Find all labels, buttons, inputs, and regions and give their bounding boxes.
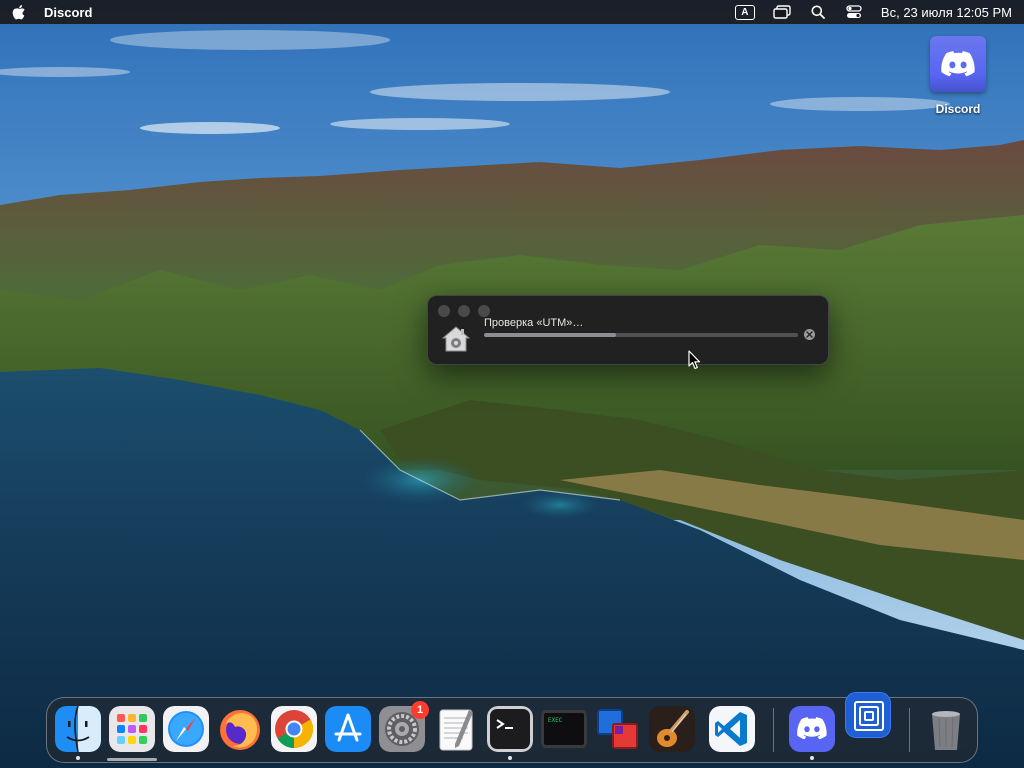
running-indicator [810, 756, 814, 760]
cancel-verification-button[interactable] [804, 329, 815, 340]
dock-separator [909, 708, 910, 752]
chrome-icon [271, 706, 317, 752]
dock-item-utm[interactable] [845, 692, 891, 738]
discord-icon [789, 706, 835, 752]
garageband-icon [649, 706, 695, 752]
document-house-icon [441, 326, 471, 352]
launchpad-icon [109, 706, 155, 752]
progress-bar-fill [484, 333, 616, 337]
close-window-button[interactable] [438, 305, 450, 317]
dock-item-garageband[interactable] [649, 706, 695, 752]
dock-item-system-preferences[interactable]: 1 [379, 701, 429, 752]
menubar-clock[interactable]: Вс, 23 июля 12:05 PM [881, 5, 1012, 20]
mouse-cursor-icon [688, 350, 701, 370]
dock-item-chrome[interactable] [271, 706, 317, 752]
notification-badge: 1 [411, 701, 429, 719]
remote-desktop-icon [595, 706, 641, 752]
dock-item-textedit[interactable] [433, 706, 479, 752]
running-indicator [508, 756, 512, 760]
dock: 1 EXEC [46, 692, 978, 763]
dock-item-app-store[interactable] [325, 706, 371, 752]
exec-console-icon: EXEC [541, 706, 587, 752]
running-indicator [76, 756, 80, 760]
terminal-icon [487, 706, 533, 752]
spotlight-search-icon[interactable] [809, 4, 827, 20]
discord-icon [930, 36, 986, 92]
textedit-icon [433, 706, 479, 752]
dock-item-firefox[interactable] [217, 706, 263, 752]
firefox-icon [217, 706, 263, 752]
stop-icon [806, 331, 813, 338]
menu-bar: Discord A Вс, 23 июля 12:05 PM [0, 0, 1024, 24]
exec-label: EXEC [548, 717, 563, 724]
finder-icon [55, 706, 101, 752]
dock-item-exec[interactable]: EXEC [541, 706, 587, 752]
dock-scroll-indicator [107, 758, 157, 761]
active-app-name[interactable]: Discord [44, 5, 92, 20]
control-center-icon[interactable] [845, 4, 863, 20]
dock-item-launchpad[interactable] [109, 706, 155, 752]
dock-separator [773, 708, 774, 752]
keyboard-layout-icon[interactable]: A [734, 4, 755, 20]
desktop-icon-label: Discord [935, 102, 981, 116]
apple-icon[interactable] [12, 4, 26, 20]
safari-icon [163, 706, 209, 752]
dock-item-trash[interactable] [923, 706, 969, 752]
trash-icon [923, 706, 969, 752]
progress-bar [484, 333, 798, 337]
desktop-wallpaper [0, 0, 1024, 768]
utm-icon [845, 692, 891, 738]
window-controls [438, 305, 490, 317]
dock-item-terminal[interactable] [487, 706, 533, 760]
minimize-window-button[interactable] [458, 305, 470, 317]
dialog-message: Проверка «UTM»… [484, 317, 584, 329]
app-store-icon [325, 706, 371, 752]
zoom-window-button[interactable] [478, 305, 490, 317]
dock-item-finder[interactable] [55, 706, 101, 760]
dock-item-safari[interactable] [163, 706, 209, 752]
vscode-icon [709, 706, 755, 752]
dock-item-remote-desktop[interactable] [595, 706, 641, 752]
dock-item-discord[interactable] [789, 706, 835, 760]
dock-item-vscode[interactable] [709, 706, 755, 752]
desktop-icon-discord[interactable]: Discord [926, 36, 990, 116]
mission-control-icon[interactable] [773, 4, 791, 20]
verify-app-dialog: Проверка «UTM»… [427, 295, 829, 365]
